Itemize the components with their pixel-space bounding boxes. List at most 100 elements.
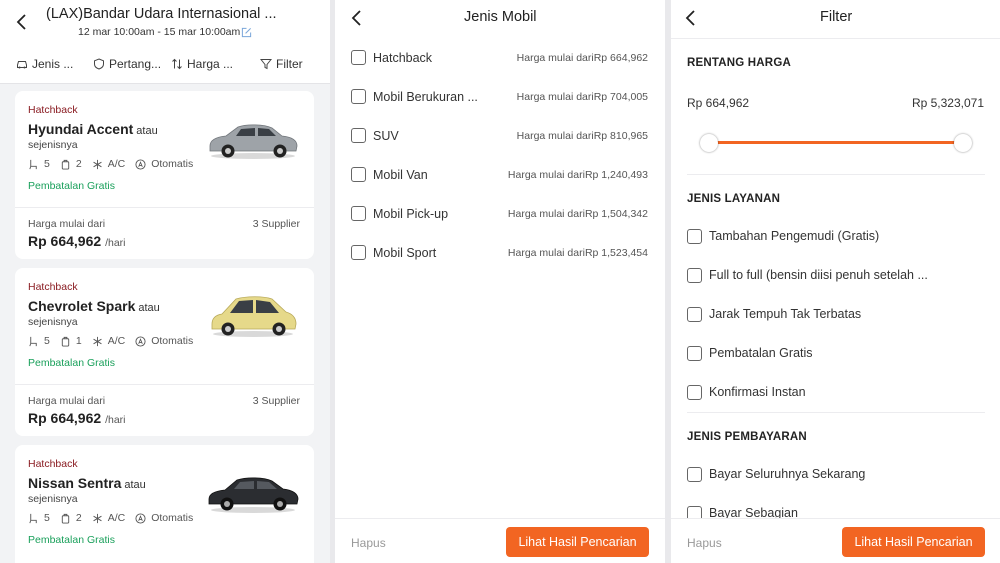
card-divider	[15, 207, 314, 208]
seat-icon	[29, 336, 37, 346]
car-name: Hyundai Accent atau	[28, 121, 158, 137]
checkbox[interactable]	[351, 50, 366, 65]
car-type-label: Mobil Van	[373, 168, 428, 182]
supplier-count: 3 Supplier	[252, 218, 300, 230]
free-cancellation: Pembatalan Gratis	[28, 180, 115, 192]
payment-label: Bayar Seluruhnya Sekarang	[709, 467, 866, 481]
car-specs: 5 1 A/C Otomatis	[28, 335, 193, 347]
car-specs: 5 2 A/C Otomatis	[28, 158, 193, 170]
checkbox[interactable]	[351, 206, 366, 221]
car-similar: sejenisnya	[28, 493, 78, 505]
checkbox[interactable]	[351, 167, 366, 182]
car-type-price: Harga mulai dariRp 810,965	[516, 130, 648, 142]
car-type-footer: Hapus Lihat Hasil Pencarian	[335, 518, 665, 563]
car-price: Rp 664,962 /hari	[28, 233, 126, 249]
back-arrow-icon[interactable]	[347, 8, 367, 28]
clear-button[interactable]: Hapus	[351, 536, 386, 550]
price-max-handle[interactable]	[954, 134, 972, 152]
checkbox[interactable]	[687, 467, 702, 482]
car-type-label: SUV	[373, 129, 399, 143]
header-divider	[671, 38, 1000, 39]
automatic-icon	[135, 335, 146, 347]
car-specs: 5 2 A/C Otomatis	[28, 512, 193, 524]
service-option[interactable]: Jarak Tempuh Tak Terbatas	[687, 305, 985, 325]
car-type-option[interactable]: Mobil Pick-up Harga mulai dariRp 1,504,3…	[335, 205, 665, 225]
service-label: Tambahan Pengemudi (Gratis)	[709, 229, 880, 243]
checkbox[interactable]	[351, 128, 366, 143]
price-from-label: Harga mulai dari	[28, 395, 106, 407]
car-type-label: Mobil Berukuran ...	[373, 90, 478, 104]
free-cancellation: Pembatalan Gratis	[28, 534, 115, 546]
checkbox[interactable]	[687, 385, 702, 400]
results-header: (LAX)Bandar Udara Internasional ... 12 m…	[0, 0, 330, 84]
filter-button-label: Filter	[276, 57, 303, 71]
funnel-icon	[260, 59, 272, 70]
filter-car-type[interactable]: Jenis ...	[16, 56, 73, 72]
car-type-price: Harga mulai dariRp 1,523,454	[507, 247, 648, 259]
car-category: Hatchback	[28, 281, 78, 293]
price-from-label: Harga mulai dari	[28, 218, 106, 230]
filter-protection-label: Pertang...	[109, 57, 162, 71]
section-divider	[687, 174, 985, 175]
supplier-count: 3 Supplier	[252, 395, 300, 407]
snowflake-icon	[93, 159, 102, 169]
car-type-price: Harga mulai dariRp 1,504,342	[507, 208, 648, 220]
car-icon	[17, 61, 27, 69]
luggage-icon	[61, 336, 70, 347]
checkbox[interactable]	[687, 229, 702, 244]
service-option[interactable]: Full to full (bensin diisi penuh setelah…	[687, 266, 985, 286]
price-min-handle[interactable]	[700, 134, 718, 152]
filter-price-sort[interactable]: Harga ...	[171, 56, 233, 72]
filter-title: Filter	[820, 9, 853, 25]
car-type-option[interactable]: Hatchback Harga mulai dariRp 664,962	[335, 49, 665, 69]
car-card[interactable]: Hatchback Nissan Sentra atau sejenisnya 5…	[15, 445, 314, 563]
car-card[interactable]: Hatchback Chevrolet Spark atau sejenisnya…	[15, 268, 314, 436]
payment-option[interactable]: Bayar Seluruhnya Sekarang	[687, 465, 985, 485]
service-option[interactable]: Tambahan Pengemudi (Gratis)	[687, 227, 985, 247]
service-label: Jarak Tempuh Tak Terbatas	[709, 307, 862, 321]
car-name: Nissan Sentra atau	[28, 475, 146, 491]
car-type-price: Harga mulai dariRp 1,240,493	[507, 169, 648, 181]
luggage-icon	[61, 513, 70, 524]
checkbox[interactable]	[687, 268, 702, 283]
checkbox[interactable]	[687, 346, 702, 361]
filter-button[interactable]: Filter	[260, 56, 303, 72]
service-option[interactable]: Pembatalan Gratis	[687, 344, 985, 364]
show-results-button[interactable]: Lihat Hasil Pencarian	[842, 527, 985, 557]
checkbox[interactable]	[687, 307, 702, 322]
car-category: Hatchback	[28, 104, 78, 116]
filter-footer: Hapus Lihat Hasil Pencarian	[671, 518, 1000, 563]
back-arrow-icon[interactable]	[12, 12, 32, 32]
car-type-option[interactable]: Mobil Van Harga mulai dariRp 1,240,493	[335, 166, 665, 186]
car-similar: sejenisnya	[28, 139, 78, 151]
filter-panel: Filter RENTANG HARGA Rp 664,962 Rp 5,323…	[671, 0, 1000, 563]
car-type-panel: Jenis Mobil Hatchback Harga mulai dariRp…	[335, 0, 665, 563]
filter-car-type-label: Jenis ...	[32, 57, 74, 71]
back-arrow-icon[interactable]	[681, 8, 701, 28]
checkbox[interactable]	[351, 89, 366, 104]
car-type-option[interactable]: Mobil Sport Harga mulai dariRp 1,523,454	[335, 244, 665, 264]
car-category: Hatchback	[28, 458, 78, 470]
car-name: Chevrolet Spark atau	[28, 298, 160, 314]
car-type-title: Jenis Mobil	[464, 9, 537, 25]
price-range-min: Rp 664,962	[687, 96, 750, 110]
service-option[interactable]: Konfirmasi Instan	[687, 383, 985, 403]
car-similar: sejenisnya	[28, 316, 78, 328]
seat-icon	[29, 159, 37, 169]
car-type-option[interactable]: Mobil Berukuran ... Harga mulai dariRp 7…	[335, 88, 665, 108]
snowflake-icon	[93, 336, 102, 346]
filter-protection[interactable]: Pertang...	[93, 56, 161, 72]
car-price: Rp 664,962 /hari	[28, 410, 126, 426]
service-label: Pembatalan Gratis	[709, 346, 813, 360]
checkbox[interactable]	[351, 245, 366, 260]
card-divider	[15, 384, 314, 385]
seat-icon	[29, 513, 37, 523]
service-label: Konfirmasi Instan	[709, 385, 806, 399]
car-image-nissan-sentra	[208, 477, 299, 513]
edit-icon[interactable]	[241, 27, 252, 38]
clear-button[interactable]: Hapus	[687, 536, 722, 550]
show-results-button[interactable]: Lihat Hasil Pencarian	[506, 527, 649, 557]
car-card[interactable]: Hatchback Hyundai Accent atau sejenisnya …	[15, 91, 314, 259]
car-type-option[interactable]: SUV Harga mulai dariRp 810,965	[335, 127, 665, 147]
shield-icon	[94, 58, 104, 70]
